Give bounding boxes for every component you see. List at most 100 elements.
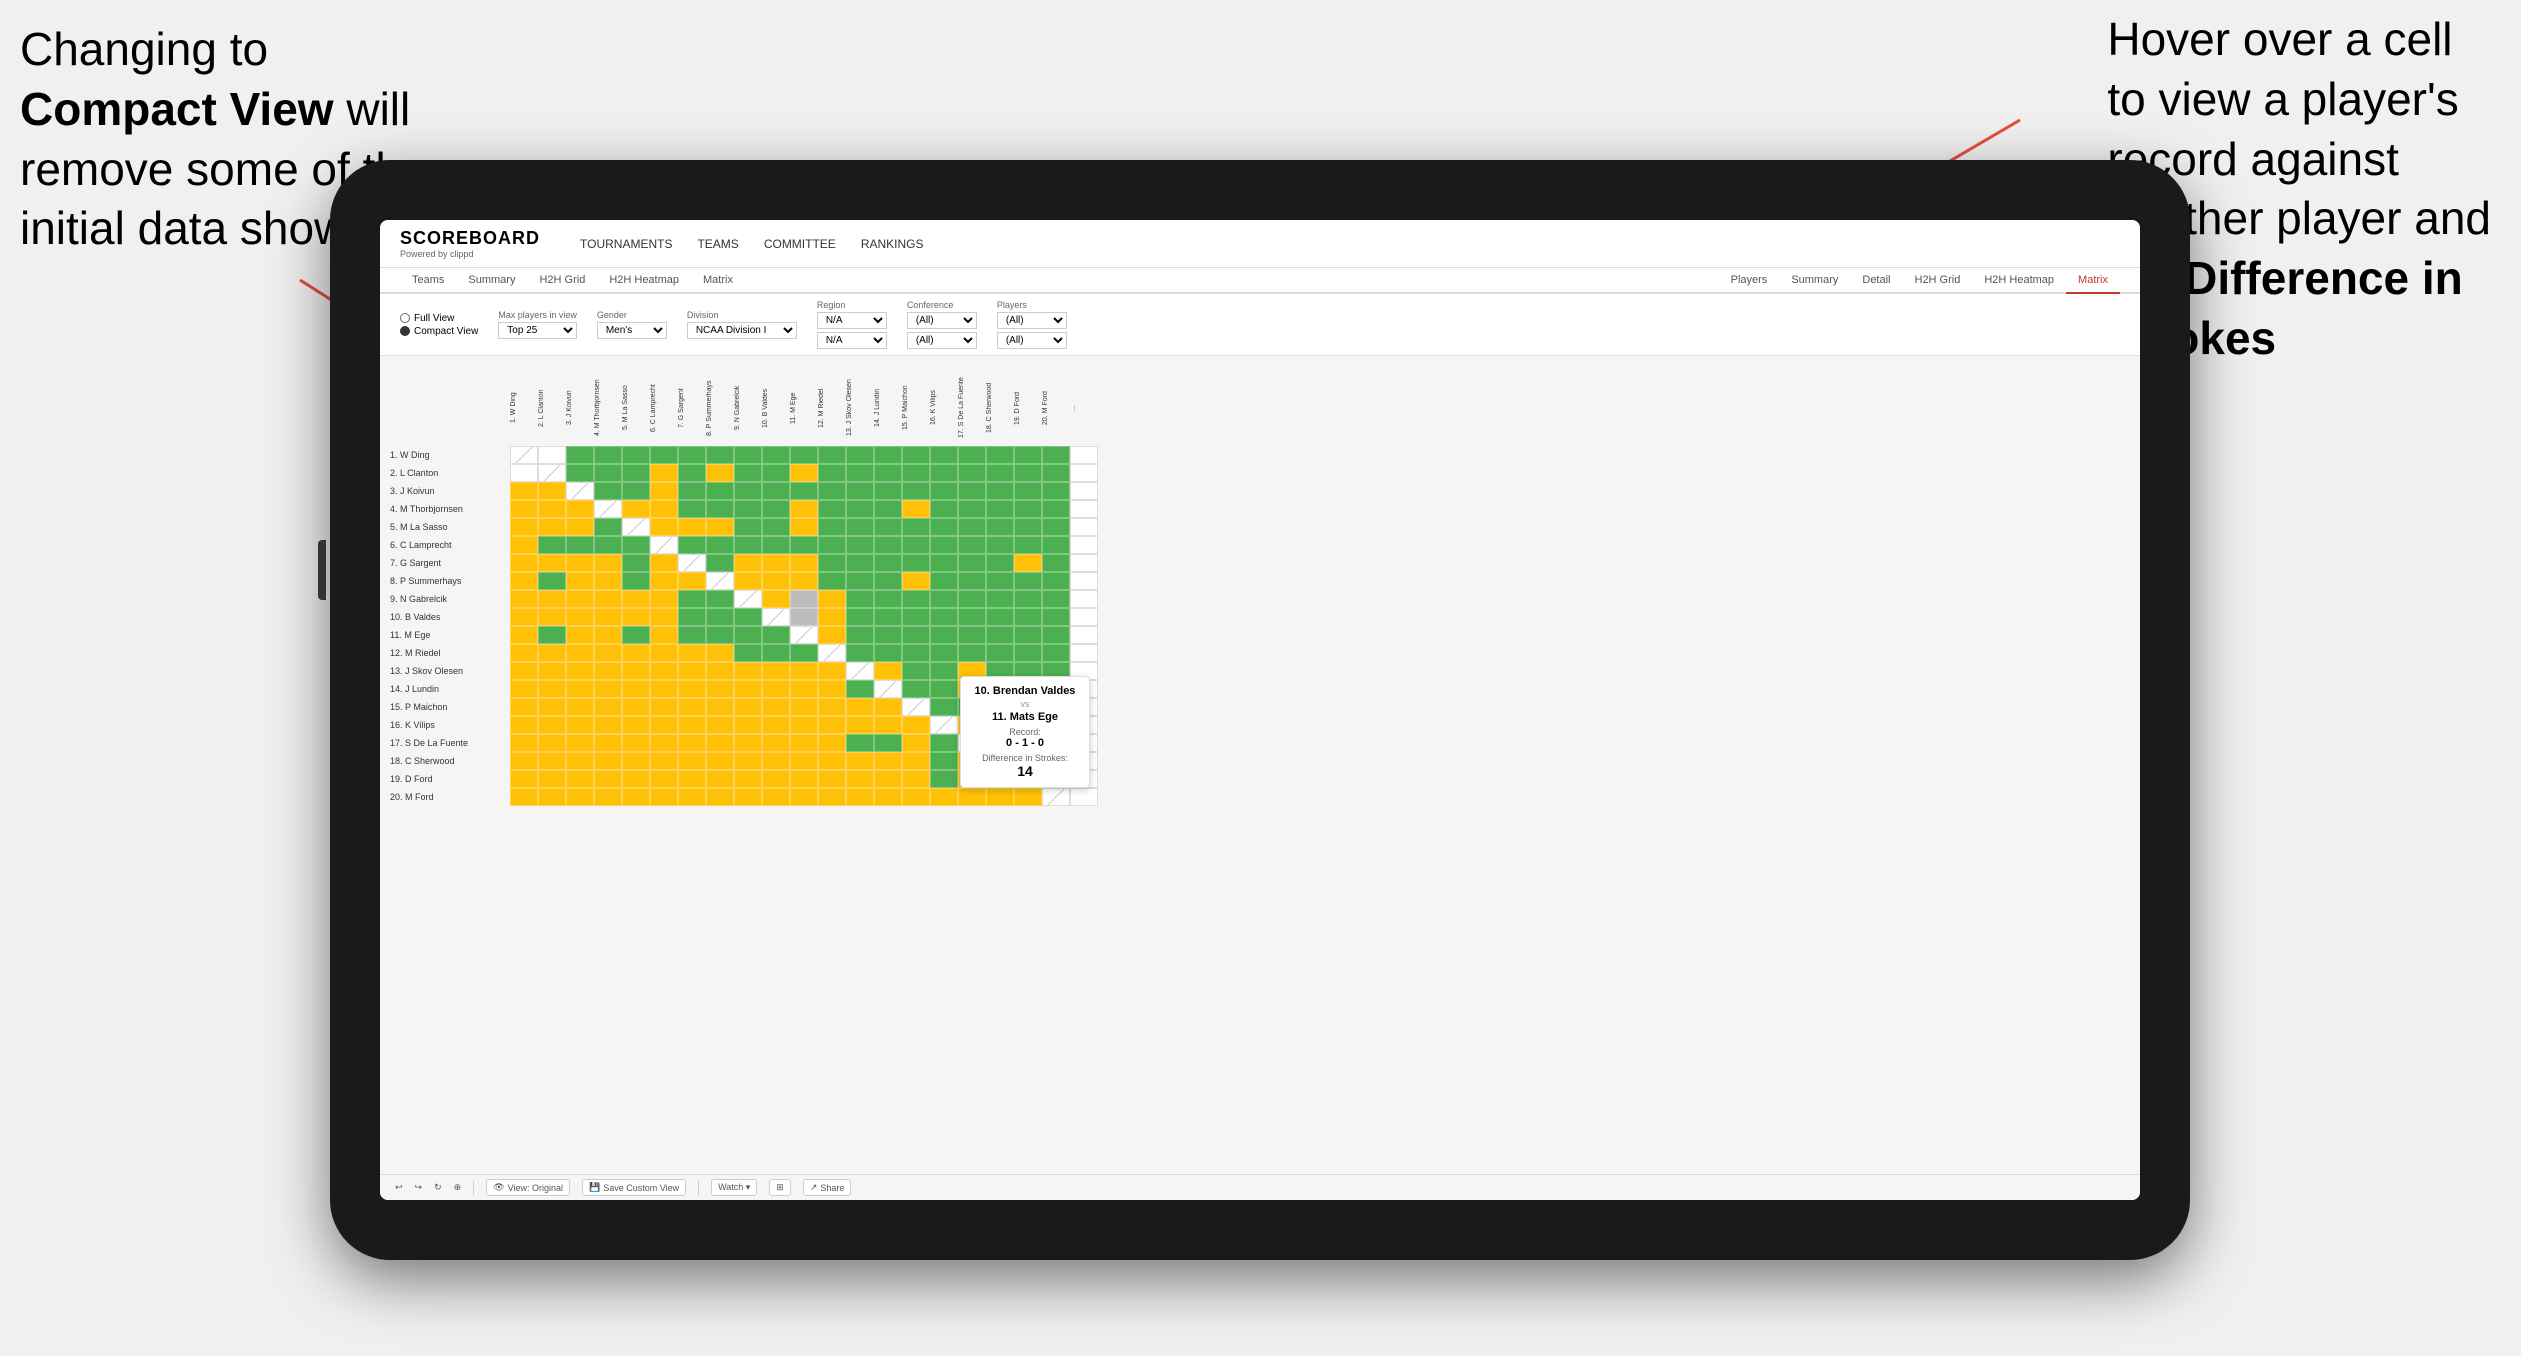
cell-2-7[interactable] — [678, 464, 706, 482]
cell-17-3[interactable] — [566, 734, 594, 752]
cell-10-9[interactable] — [734, 608, 762, 626]
cell-15-2[interactable] — [538, 698, 566, 716]
cell-20-14[interactable] — [874, 788, 902, 806]
full-view-radio[interactable] — [400, 313, 410, 323]
cell-1-3[interactable] — [566, 446, 594, 464]
cell-1-12[interactable] — [818, 446, 846, 464]
cell-8-5[interactable] — [622, 572, 650, 590]
layout-btn[interactable]: ⊞ — [769, 1179, 791, 1196]
cell-6-1[interactable] — [510, 536, 538, 554]
cell-1-11[interactable] — [790, 446, 818, 464]
cell-12-7[interactable] — [678, 644, 706, 662]
cell-13-2[interactable] — [538, 662, 566, 680]
cell-4-9[interactable] — [734, 500, 762, 518]
cell-4-14[interactable] — [874, 500, 902, 518]
cell-18-16[interactable] — [930, 752, 958, 770]
cell-9-5[interactable] — [622, 590, 650, 608]
cell-7-12[interactable] — [818, 554, 846, 572]
cell-10-21[interactable] — [1070, 608, 1098, 626]
nav-teams[interactable]: TEAMS — [697, 233, 738, 255]
cell-13-6[interactable] — [650, 662, 678, 680]
cell-6-13[interactable] — [846, 536, 874, 554]
cell-10-15[interactable] — [902, 608, 930, 626]
cell-8-20[interactable] — [1042, 572, 1070, 590]
subtab-h2h-grid-right[interactable]: H2H Grid — [1903, 268, 1973, 294]
cell-9-15[interactable] — [902, 590, 930, 608]
cell-17-8[interactable] — [706, 734, 734, 752]
cell-14-9[interactable] — [734, 680, 762, 698]
cell-14-7[interactable] — [678, 680, 706, 698]
cell-18-15[interactable] — [902, 752, 930, 770]
cell-7-15[interactable] — [902, 554, 930, 572]
cell-4-18[interactable] — [986, 500, 1014, 518]
subtab-h2h-heatmap-right[interactable]: H2H Heatmap — [1972, 268, 2066, 294]
cell-20-19[interactable] — [1014, 788, 1042, 806]
cell-11-20[interactable] — [1042, 626, 1070, 644]
cell-7-14[interactable] — [874, 554, 902, 572]
cell-12-19[interactable] — [1014, 644, 1042, 662]
cell-7-13[interactable] — [846, 554, 874, 572]
cell-16-14[interactable] — [874, 716, 902, 734]
cell-18-9[interactable] — [734, 752, 762, 770]
cell-13-10[interactable] — [762, 662, 790, 680]
cell-3-19[interactable] — [1014, 482, 1042, 500]
cell-12-5[interactable] — [622, 644, 650, 662]
cell-15-7[interactable] — [678, 698, 706, 716]
cell-8-13[interactable] — [846, 572, 874, 590]
compact-view-label[interactable]: Compact View — [400, 326, 478, 337]
players-select[interactable]: (All) — [997, 312, 1067, 329]
cell-19-1[interactable] — [510, 770, 538, 788]
cell-14-4[interactable] — [594, 680, 622, 698]
cell-6-2[interactable] — [538, 536, 566, 554]
cell-17-14[interactable] — [874, 734, 902, 752]
cell-11-18[interactable] — [986, 626, 1014, 644]
cell-11-12[interactable] — [818, 626, 846, 644]
subtab-h2h-heatmap[interactable]: H2H Heatmap — [597, 268, 691, 294]
cell-9-12[interactable] — [818, 590, 846, 608]
cell-3-14[interactable] — [874, 482, 902, 500]
cell-2-8[interactable] — [706, 464, 734, 482]
cell-5-2[interactable] — [538, 518, 566, 536]
cell-18-1[interactable] — [510, 752, 538, 770]
cell-20-4[interactable] — [594, 788, 622, 806]
cell-12-3[interactable] — [566, 644, 594, 662]
cell-9-17[interactable] — [958, 590, 986, 608]
cell-12-17[interactable] — [958, 644, 986, 662]
cell-16-12[interactable] — [818, 716, 846, 734]
cell-1-10[interactable] — [762, 446, 790, 464]
cell-9-20[interactable] — [1042, 590, 1070, 608]
cell-2-10[interactable] — [762, 464, 790, 482]
cell-8-15[interactable] — [902, 572, 930, 590]
cell-13-14[interactable] — [874, 662, 902, 680]
cell-7-16[interactable] — [930, 554, 958, 572]
subtab-teams[interactable]: Teams — [400, 268, 456, 294]
cell-15-4[interactable] — [594, 698, 622, 716]
cell-18-3[interactable] — [566, 752, 594, 770]
cell-19-3[interactable] — [566, 770, 594, 788]
cell-20-9[interactable] — [734, 788, 762, 806]
cell-1-4[interactable] — [594, 446, 622, 464]
cell-9-19[interactable] — [1014, 590, 1042, 608]
cell-3-4[interactable] — [594, 482, 622, 500]
cell-14-12[interactable] — [818, 680, 846, 698]
cell-19-6[interactable] — [650, 770, 678, 788]
cell-5-7[interactable] — [678, 518, 706, 536]
cell-10-7[interactable] — [678, 608, 706, 626]
cell-7-19[interactable] — [1014, 554, 1042, 572]
cell-18-7[interactable] — [678, 752, 706, 770]
cell-10-18[interactable] — [986, 608, 1014, 626]
cell-4-10[interactable] — [762, 500, 790, 518]
cell-3-16[interactable] — [930, 482, 958, 500]
cell-17-1[interactable] — [510, 734, 538, 752]
cell-12-9[interactable] — [734, 644, 762, 662]
cell-10-19[interactable] — [1014, 608, 1042, 626]
cell-4-16[interactable] — [930, 500, 958, 518]
cell-1-1[interactable] — [510, 446, 538, 464]
subtab-matrix-left[interactable]: Matrix — [691, 268, 745, 294]
cell-5-21[interactable] — [1070, 518, 1098, 536]
cell-18-4[interactable] — [594, 752, 622, 770]
cell-3-11[interactable] — [790, 482, 818, 500]
cell-6-9[interactable] — [734, 536, 762, 554]
cell-20-21[interactable] — [1070, 788, 1098, 806]
cell-2-9[interactable] — [734, 464, 762, 482]
